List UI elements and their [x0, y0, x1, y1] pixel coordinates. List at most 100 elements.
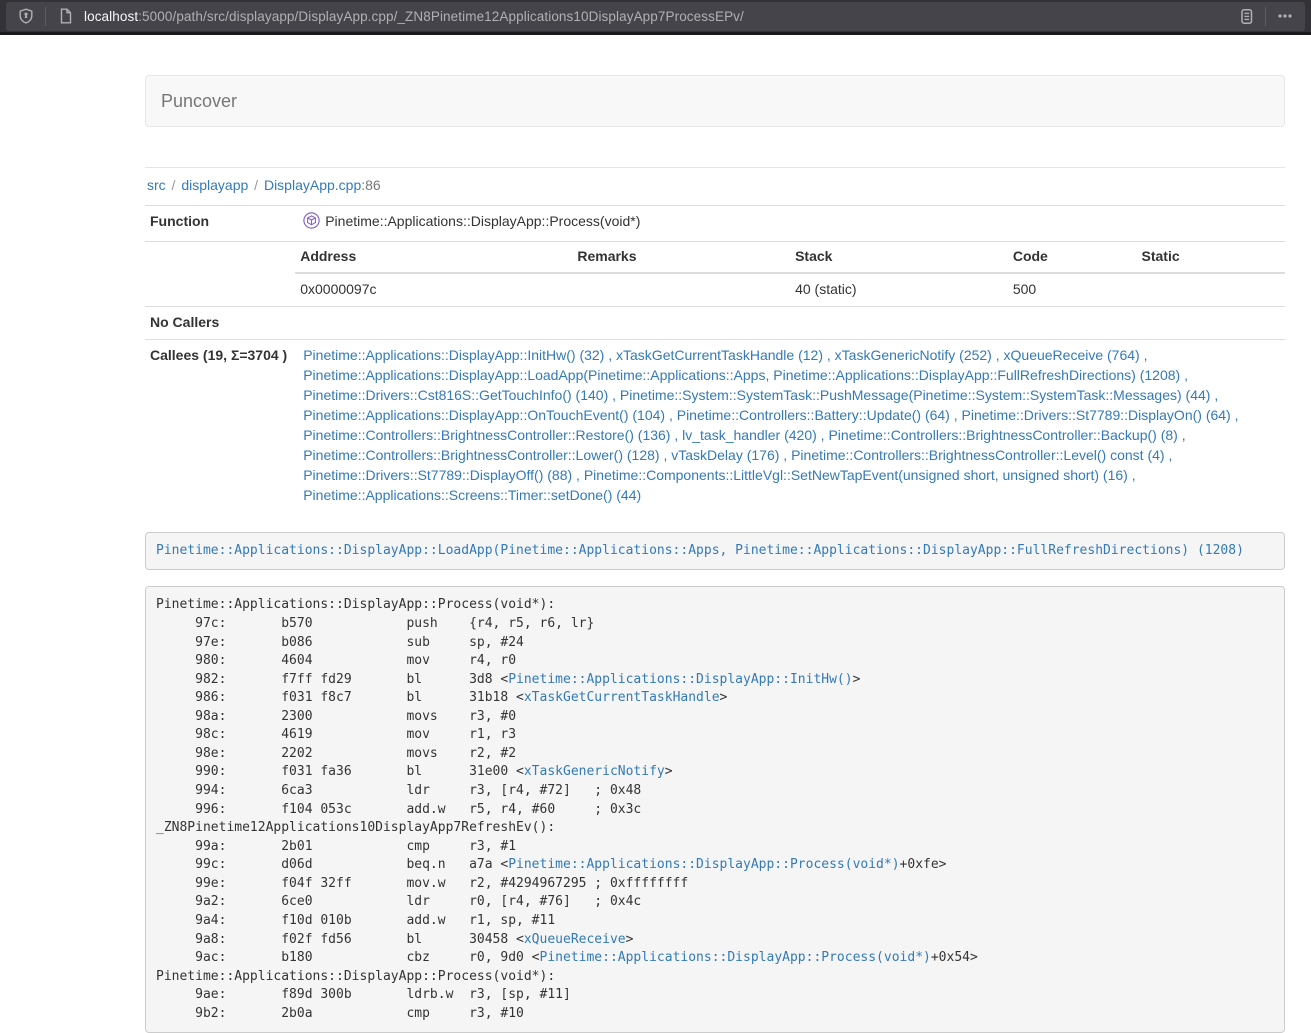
asm-line: 9a4: f10d 010b add.w r1, sp, #11: [156, 912, 1274, 931]
callee-link[interactable]: Pinetime::Controllers::BrightnessControl…: [791, 447, 1164, 463]
asm-text: 99c: d06d beq.n a7a <: [156, 857, 508, 872]
callee-link[interactable]: Pinetime::System::SystemTask::PushMessag…: [620, 387, 1211, 403]
selected-callee-link[interactable]: Pinetime::Applications::DisplayApp::Load…: [156, 543, 1244, 558]
asm-text: 9a4: f10d 010b add.w r1, sp, #11: [156, 913, 555, 928]
callee-link[interactable]: Pinetime::Controllers::BrightnessControl…: [303, 427, 670, 443]
overflow-menu-icon[interactable]: [1275, 6, 1295, 26]
callee-link[interactable]: Pinetime::Components::LittleVgl::SetNewT…: [584, 467, 1128, 483]
callee-link[interactable]: lv_task_handler (420): [682, 427, 817, 443]
asm-text: 98e: 2202 movs r2, #2: [156, 746, 516, 761]
breadcrumb: src / displayapp / DisplayApp.cpp:86: [145, 177, 1285, 193]
shield-icon[interactable]: [16, 6, 36, 26]
asm-text: 98c: 4619 mov r1, r3: [156, 727, 516, 742]
stats-header-row: AddressRemarksStackCodeStatic: [295, 242, 1285, 273]
asm-line: 990: f031 fa36 bl 31e00 <xTaskGenericNot…: [156, 763, 1274, 782]
stats-row-label: [145, 241, 295, 306]
asm-symbol-link[interactable]: xTaskGetCurrentTaskHandle: [524, 690, 720, 705]
callee-link[interactable]: xTaskGenericNotify (252): [835, 347, 992, 363]
callee-separator: ,: [1165, 447, 1173, 463]
asm-symbol-link[interactable]: Pinetime::Applications::DisplayApp::Init…: [508, 672, 852, 687]
app-title[interactable]: Puncover: [146, 91, 252, 112]
function-row-label: Function: [145, 206, 295, 242]
asm-text: 9b2: 2b0a cmp r3, #10: [156, 1006, 524, 1021]
callee-separator: ,: [817, 427, 829, 443]
page-info-icon[interactable]: [55, 6, 75, 26]
callee-separator: ,: [1178, 427, 1186, 443]
asm-symbol-link[interactable]: Pinetime::Applications::DisplayApp::Proc…: [540, 950, 931, 965]
callee-separator: ,: [992, 347, 1004, 363]
asm-text: 97c: b570 push {r4, r5, r6, lr}: [156, 616, 594, 631]
breadcrumb-link[interactable]: DisplayApp.cpp: [264, 177, 361, 193]
asm-text: 9a2: 6ce0 ldr r0, [r4, #76] ; 0x4c: [156, 894, 641, 909]
callee-separator: ,: [1140, 347, 1148, 363]
callee-separator: ,: [665, 407, 677, 423]
function-name: Pinetime::Applications::DisplayApp::Proc…: [325, 213, 640, 229]
stats-value-row: 0x0000097c40 (static)500: [295, 273, 1285, 306]
asm-text: 996: f104 053c add.w r5, r4, #60 ; 0x3c: [156, 802, 641, 817]
breadcrumb-separator: /: [166, 177, 182, 193]
asm-text: +0xfe>: [900, 857, 947, 872]
callee-link[interactable]: vTaskDelay (176): [671, 447, 779, 463]
asm-symbol-link[interactable]: xTaskGenericNotify: [524, 764, 665, 779]
asm-line: 9a8: f02f fd56 bl 30458 <xQueueReceive>: [156, 931, 1274, 950]
toolbar-separator: [1265, 7, 1266, 26]
callee-link[interactable]: Pinetime::Drivers::St7789::DisplayOn() (…: [962, 407, 1231, 423]
asm-line: 99a: 2b01 cmp r3, #1: [156, 838, 1274, 857]
callees-label: Callees (19, Σ=3704 ): [145, 339, 295, 511]
function-stats-table: AddressRemarksStackCodeStatic 0x0000097c…: [295, 242, 1285, 306]
callee-separator: ,: [779, 447, 791, 463]
url-bar[interactable]: localhost:5000/path/src/displayapp/Displ…: [6, 2, 1305, 31]
asm-text: Pinetime::Applications::DisplayApp::Proc…: [156, 969, 555, 984]
callee-link[interactable]: Pinetime::Drivers::Cst816S::GetTouchInfo…: [303, 387, 608, 403]
asm-line: 98c: 4619 mov r1, r3: [156, 726, 1274, 745]
stats-header-static: Static: [1137, 242, 1286, 273]
stats-header-stack: Stack: [790, 242, 1008, 273]
asm-symbol-link[interactable]: Pinetime::Applications::DisplayApp::Proc…: [508, 857, 899, 872]
stats-header-code: Code: [1008, 242, 1137, 273]
stats-cell: AddressRemarksStackCodeStatic 0x0000097c…: [295, 241, 1285, 306]
callee-separator: ,: [823, 347, 835, 363]
breadcrumb-link[interactable]: displayapp: [181, 177, 248, 193]
asm-symbol-link[interactable]: xQueueReceive: [524, 932, 626, 947]
callee-link[interactable]: Pinetime::Applications::DisplayApp::Init…: [303, 347, 604, 363]
page-container: Puncover src / displayapp / DisplayApp.c…: [145, 75, 1285, 1033]
callee-separator: ,: [1128, 467, 1136, 483]
stats-value-address: 0x0000097c: [295, 273, 572, 306]
breadcrumb-separator: /: [248, 177, 264, 193]
breadcrumb-link[interactable]: src: [147, 177, 166, 193]
callee-separator: ,: [1210, 387, 1218, 403]
callee-link[interactable]: Pinetime::Drivers::St7789::DisplayOff() …: [303, 467, 572, 483]
callee-separator: ,: [950, 407, 962, 423]
callee-link[interactable]: Pinetime::Applications::DisplayApp::OnTo…: [303, 407, 665, 423]
asm-line: Pinetime::Applications::DisplayApp::Proc…: [156, 968, 1274, 987]
asm-line: 98a: 2300 movs r3, #0: [156, 708, 1274, 727]
asm-text: _ZN8Pinetime12Applications10DisplayApp7R…: [156, 820, 555, 835]
url-path: :5000/path/src/displayapp/DisplayApp.cpp…: [138, 9, 744, 24]
asm-text: 9a8: f02f fd56 bl 30458 <: [156, 932, 524, 947]
asm-text: 990: f031 fa36 bl 31e00 <: [156, 764, 524, 779]
function-name-cell: Pinetime::Applications::DisplayApp::Proc…: [295, 206, 1285, 242]
asm-text: >: [720, 690, 728, 705]
asm-text: 980: 4604 mov r4, r0: [156, 653, 516, 668]
no-callers-label: No Callers: [145, 306, 295, 339]
callee-link[interactable]: xQueueReceive (764): [1004, 347, 1140, 363]
callee-link[interactable]: xTaskGetCurrentTaskHandle (12): [616, 347, 823, 363]
callee-link[interactable]: Pinetime::Controllers::BrightnessControl…: [828, 427, 1177, 443]
toolbar-separator: [45, 7, 46, 26]
callee-separator: ,: [1231, 407, 1239, 423]
callee-link[interactable]: Pinetime::Applications::Screens::Timer::…: [303, 487, 641, 503]
reader-mode-icon[interactable]: [1236, 6, 1256, 26]
callees-list: Pinetime::Applications::DisplayApp::Init…: [295, 339, 1285, 511]
callee-link[interactable]: Pinetime::Controllers::BrightnessControl…: [303, 447, 659, 463]
function-table: Function Pinetime::Applications::Display…: [145, 205, 1285, 512]
url-host: localhost: [84, 9, 138, 24]
callee-separator: ,: [670, 427, 682, 443]
url-text[interactable]: localhost:5000/path/src/displayapp/Displ…: [84, 9, 1227, 24]
asm-text: >: [853, 672, 861, 687]
callee-link[interactable]: Pinetime::Applications::DisplayApp::Load…: [303, 367, 1180, 383]
stats-value-remarks: [572, 273, 790, 306]
breadcrumb-line-number: :86: [361, 177, 380, 193]
callee-link[interactable]: Pinetime::Controllers::Battery::Update()…: [677, 407, 950, 423]
asm-text: >: [626, 932, 634, 947]
callee-separator: ,: [572, 467, 584, 483]
